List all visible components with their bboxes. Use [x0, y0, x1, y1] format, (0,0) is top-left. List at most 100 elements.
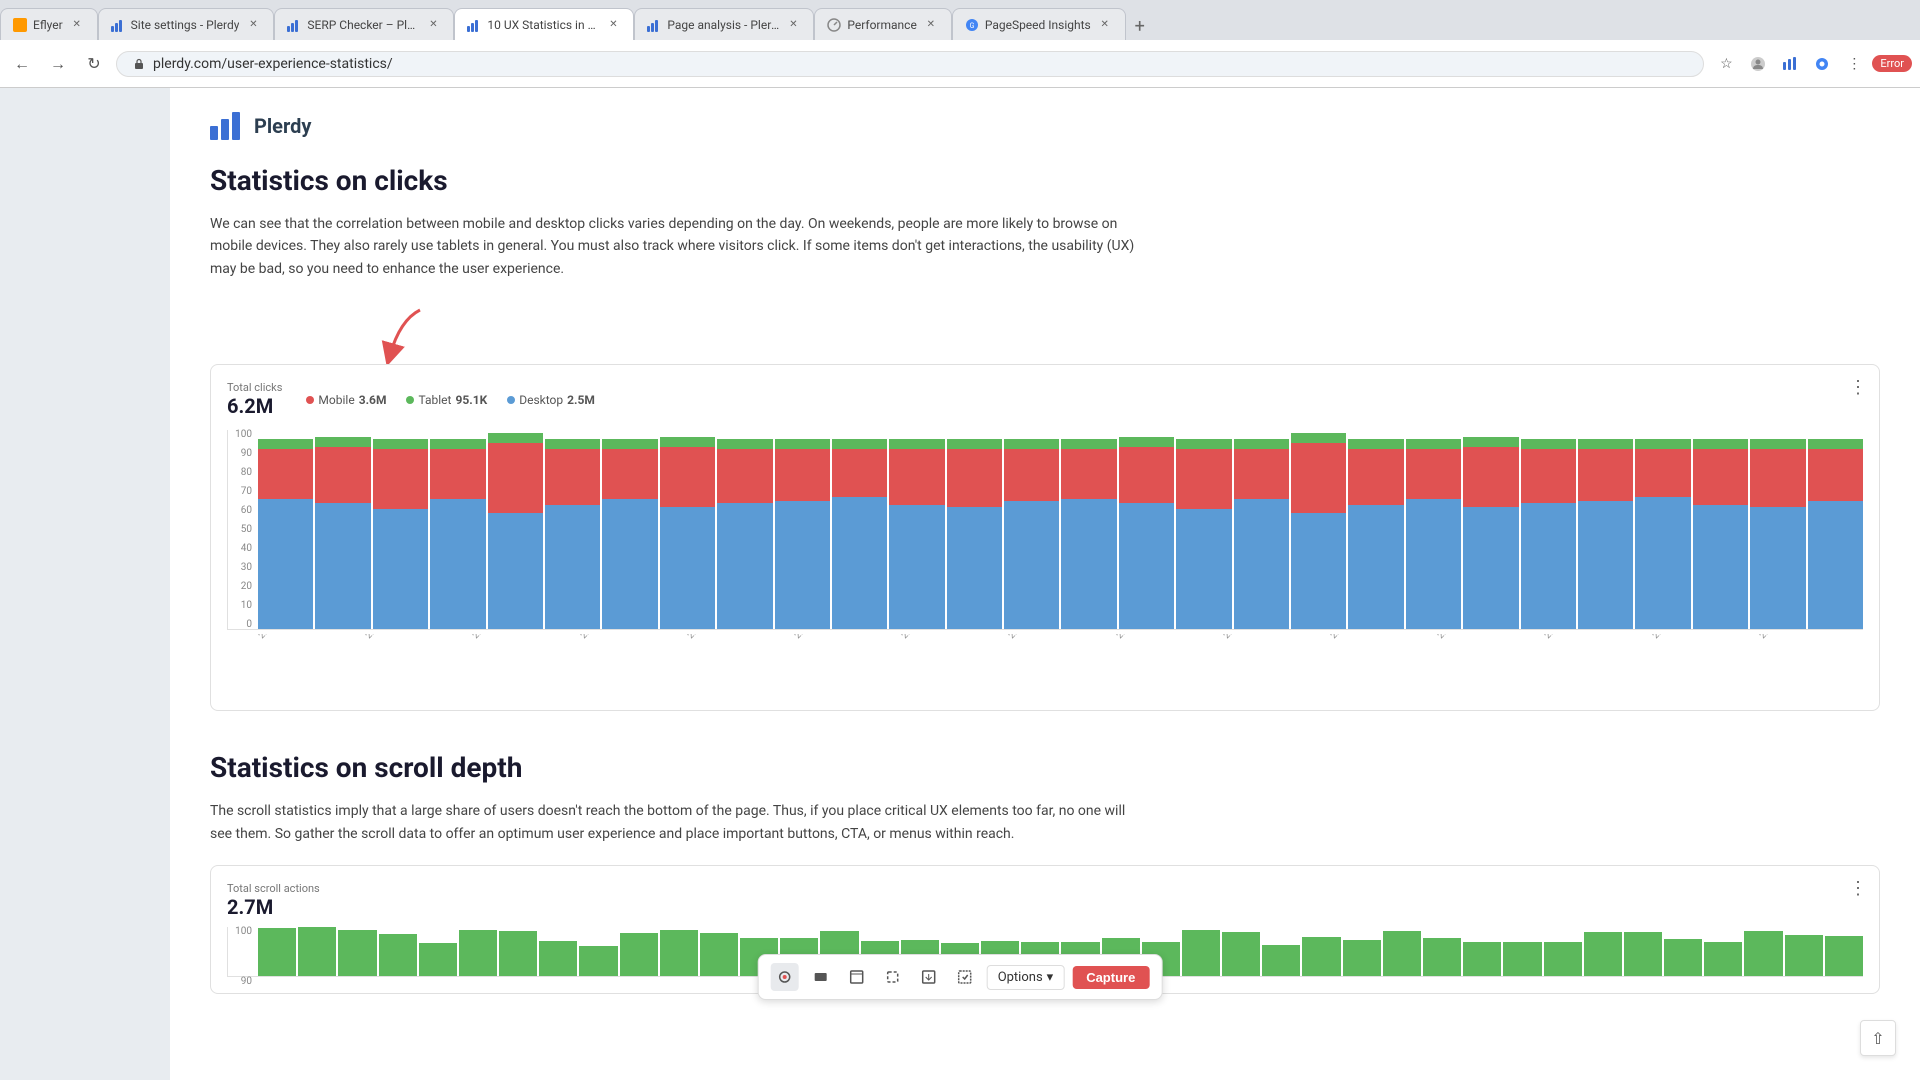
tab-performance-close[interactable]: ✕ [923, 17, 939, 33]
options-button[interactable]: Options ▾ [987, 965, 1065, 990]
capture-tool-auto[interactable] [951, 963, 979, 991]
browser-toolbar: ☆ ⋮ Error [1712, 50, 1912, 78]
bar-group[interactable] [1578, 439, 1633, 629]
scroll-bar [660, 930, 698, 976]
bar-group[interactable] [1176, 439, 1231, 629]
bar-group[interactable] [832, 439, 887, 629]
scroll-total-value: 2.7M [227, 895, 1863, 919]
bar-group[interactable] [1004, 439, 1059, 629]
bar-group[interactable] [488, 433, 543, 629]
back-to-top-button[interactable]: ⇧ [1860, 1020, 1896, 1056]
y-label-30: 30 [227, 563, 252, 573]
refresh-button[interactable]: ↻ [80, 50, 108, 78]
bar-group[interactable] [717, 439, 772, 629]
tab-ux-statistics[interactable]: 10 UX Statistics in 2024 – Pie... ✕ [454, 8, 634, 40]
bar-group[interactable] [545, 439, 600, 629]
bar-group[interactable] [1234, 439, 1289, 629]
tab-serp-checker-close[interactable]: ✕ [425, 17, 441, 33]
back-button[interactable]: ← [8, 50, 36, 78]
tab-site-settings-close[interactable]: ✕ [245, 17, 261, 33]
tab-eflyer-title: Eflyer [33, 18, 63, 32]
page-analysis-favicon [647, 18, 661, 32]
bar-group[interactable] [1750, 439, 1805, 629]
tab-page-analysis-close[interactable]: ✕ [785, 17, 801, 33]
tab-pagespeed[interactable]: G PageSpeed Insights ✕ [952, 8, 1126, 40]
scroll-bar [620, 933, 658, 975]
bar-group[interactable] [373, 439, 428, 629]
legend-group: Mobile 3.6M Tablet 95.1K Desktop [306, 393, 594, 407]
scroll-y-90: 90 [227, 977, 252, 987]
bar-group[interactable] [258, 439, 313, 629]
plerdy-ext-icon[interactable] [1776, 50, 1804, 78]
bar-group[interactable] [1291, 433, 1346, 629]
bar-group[interactable] [1119, 437, 1174, 629]
bookmark-icon[interactable]: ☆ [1712, 50, 1740, 78]
x-label: 2024-06-30 [1007, 634, 1124, 676]
scroll-chart-menu-button[interactable]: ⋮ [1849, 878, 1867, 899]
capture-tool-circle[interactable] [771, 963, 799, 991]
scroll-total-label: Total scroll actions [227, 882, 1863, 895]
tab-page-analysis[interactable]: Page analysis - Plerdy ✕ [634, 8, 814, 40]
capture-tool-rect-full[interactable] [807, 963, 835, 991]
x-label: 2024-06-18 [364, 634, 481, 676]
url-bar[interactable]: plerdy.com/user-experience-statistics/ [116, 51, 1704, 77]
tab-performance-title: Performance [847, 18, 916, 32]
bar-group[interactable] [315, 437, 370, 629]
forward-button[interactable]: → [44, 50, 72, 78]
clicks-chart-card: Total clicks 6.2M Mobile 3.6M Tab [210, 364, 1880, 711]
capture-tool-browser[interactable] [843, 963, 871, 991]
options-label: Options [998, 970, 1043, 985]
tab-site-settings[interactable]: Site settings - Plerdy ✕ [98, 8, 275, 40]
bar-group[interactable] [1808, 439, 1863, 629]
tab-eflyer[interactable]: Eflyer ✕ [0, 8, 98, 40]
bar-group[interactable] [1635, 439, 1690, 629]
x-label: 2024-07-06 [1329, 634, 1446, 676]
pagespeed-favicon: G [965, 18, 979, 32]
bar-group[interactable] [1693, 439, 1748, 629]
chrome-ext-icon[interactable] [1808, 50, 1836, 78]
clicks-bar-chart [227, 430, 1863, 630]
scroll-bar [1785, 935, 1823, 976]
bar-group[interactable] [660, 437, 715, 629]
tab-pagespeed-close[interactable]: ✕ [1097, 17, 1113, 33]
new-tab-button[interactable]: + [1126, 12, 1154, 40]
capture-toolbar: Options ▾ Capture [758, 954, 1163, 1000]
tab-pagespeed-title: PageSpeed Insights [985, 18, 1091, 32]
bar-group[interactable] [1348, 439, 1403, 629]
tab-ux-statistics-close[interactable]: ✕ [605, 17, 621, 33]
bar-group[interactable] [430, 439, 485, 629]
bar-group[interactable] [1406, 439, 1461, 629]
x-label: 2024-07-02 [1115, 634, 1232, 676]
profile-icon[interactable] [1744, 50, 1772, 78]
capture-tool-scroll[interactable] [915, 963, 943, 991]
tab-ux-statistics-title: 10 UX Statistics in 2024 – Pie... [487, 18, 599, 32]
bar-group[interactable] [947, 439, 1002, 629]
more-icon[interactable]: ⋮ [1840, 50, 1868, 78]
capture-tool-selection[interactable] [879, 963, 907, 991]
scroll-y-axis: 90 100 [227, 927, 252, 987]
bar-group[interactable] [889, 439, 944, 629]
scroll-description: The scroll statistics imply that a large… [210, 800, 1150, 845]
logo: Plerdy [210, 112, 1880, 140]
tab-performance[interactable]: Performance ✕ [814, 8, 951, 40]
scroll-bar [1544, 942, 1582, 976]
tablet-legend: Tablet 95.1K [406, 393, 487, 407]
scroll-bar [1383, 931, 1421, 976]
bar-group[interactable] [1061, 439, 1116, 629]
lock-icon [133, 58, 145, 70]
tab-eflyer-close[interactable]: ✕ [69, 17, 85, 33]
capture-button[interactable]: Capture [1072, 966, 1149, 989]
tab-serp-checker[interactable]: SERP Checker – Plerdy ✕ [274, 8, 454, 40]
bar-group[interactable] [1463, 437, 1518, 629]
chart-menu-button[interactable]: ⋮ [1849, 377, 1867, 398]
scroll-bar [379, 934, 417, 976]
browser-window: Eflyer ✕ Site settings - Plerdy ✕ SERP C… [0, 0, 1920, 1080]
x-label: 2024-06-26 [793, 634, 910, 676]
bar-group[interactable] [1521, 439, 1576, 629]
bar-group[interactable] [602, 439, 657, 629]
options-chevron: ▾ [1047, 970, 1054, 985]
eflyer-favicon [13, 18, 27, 32]
y-label-0: 0 [227, 620, 252, 630]
x-label: 2024-07-04 [1222, 634, 1339, 676]
bar-group[interactable] [775, 439, 830, 629]
